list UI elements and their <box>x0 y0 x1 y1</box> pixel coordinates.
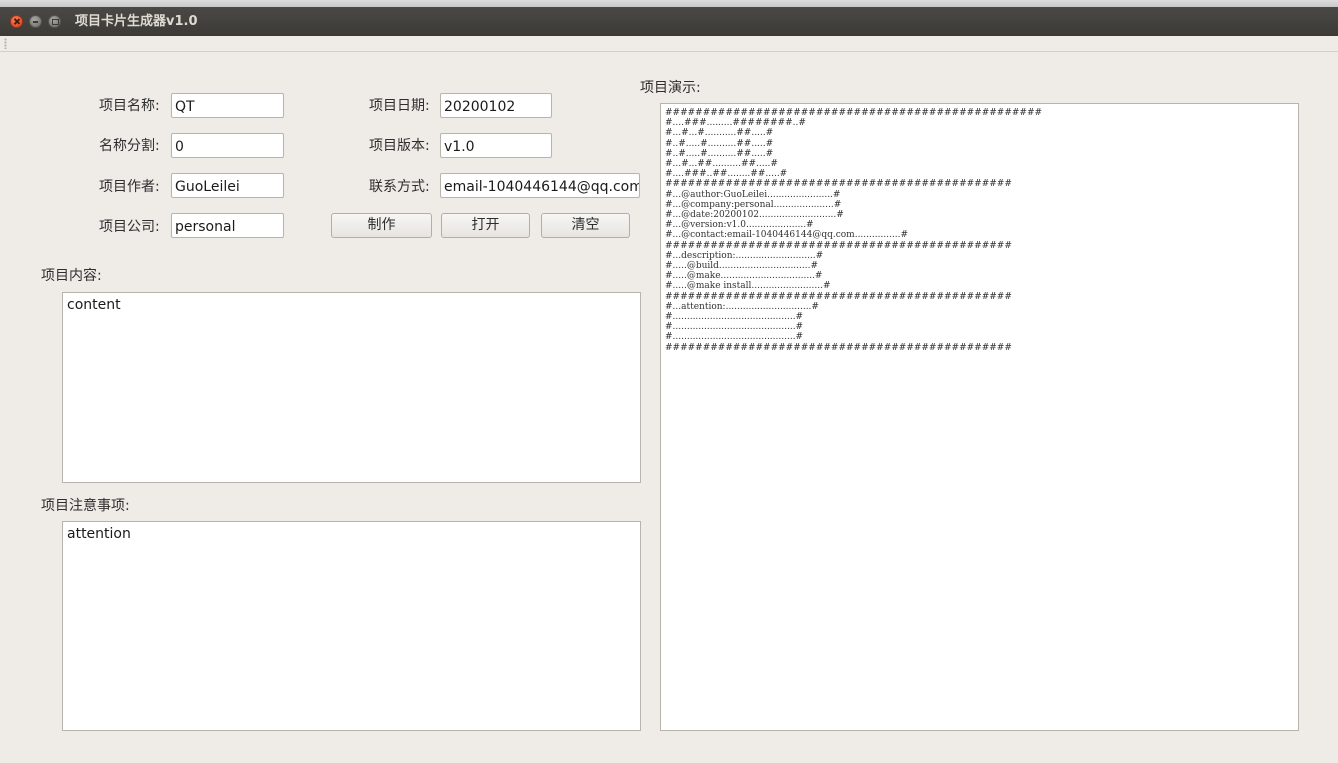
minimize-icon[interactable] <box>29 15 42 28</box>
open-button[interactable]: 打开 <box>441 213 530 238</box>
project-company-field[interactable]: personal <box>171 213 284 238</box>
project-author-field[interactable]: GuoLeilei <box>171 173 284 198</box>
attention-textarea[interactable]: attention <box>62 521 641 731</box>
content-textarea[interactable]: content <box>62 292 641 483</box>
project-author-label: 项目作者: <box>99 179 160 195</box>
preview-textarea[interactable]: ########################################… <box>660 103 1299 731</box>
project-name-label: 项目名称: <box>99 98 160 114</box>
main-window: 项目卡片生成器v1.0 项目名称: QT 名称分割: 0 项目作者: GuoLe… <box>0 0 1338 763</box>
contact-field[interactable]: email-1040446144@qq.com <box>440 173 640 198</box>
project-company-label: 项目公司: <box>99 219 160 235</box>
project-name-field[interactable]: QT <box>171 93 284 118</box>
name-split-field[interactable]: 0 <box>171 133 284 158</box>
content-label: 项目内容: <box>41 268 102 284</box>
toolbar-area <box>0 36 1338 52</box>
clear-button[interactable]: 清空 <box>541 213 630 238</box>
attention-label: 项目注意事项: <box>41 498 130 514</box>
preview-text: ########################################… <box>665 108 1043 353</box>
project-version-label: 项目版本: <box>369 138 430 154</box>
window-title: 项目卡片生成器v1.0 <box>75 14 198 29</box>
maximize-icon[interactable] <box>48 15 61 28</box>
project-version-field[interactable]: v1.0 <box>440 133 552 158</box>
project-date-label: 项目日期: <box>369 98 430 114</box>
close-icon[interactable] <box>10 15 23 28</box>
project-date-field[interactable]: 20200102 <box>440 93 552 118</box>
toolbar-grip-icon[interactable] <box>4 38 7 49</box>
title-bar[interactable]: 项目卡片生成器v1.0 <box>0 7 1338 36</box>
name-split-label: 名称分割: <box>99 138 160 154</box>
make-button[interactable]: 制作 <box>331 213 432 238</box>
contact-label: 联系方式: <box>369 179 430 195</box>
preview-label: 项目演示: <box>640 80 701 96</box>
